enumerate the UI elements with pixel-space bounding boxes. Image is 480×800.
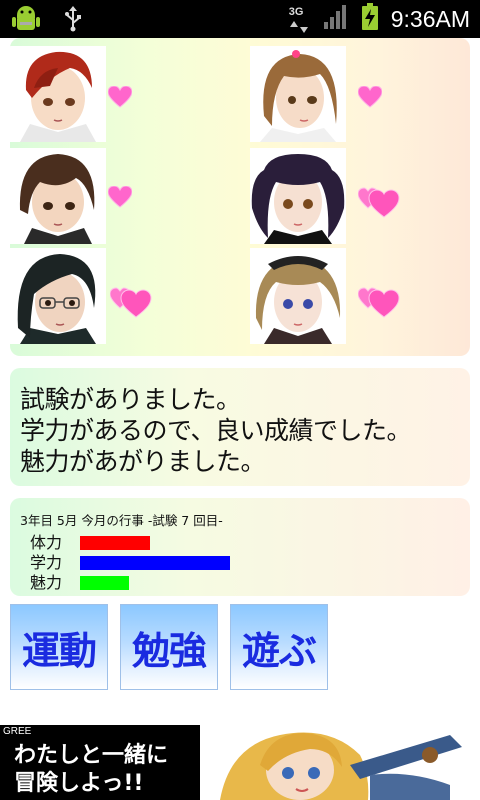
affection-hearts-icon — [357, 284, 400, 322]
calendar-header: 3年目 5月 今月の行事 -試験 7 回目- — [20, 513, 223, 528]
android-notification-icon — [10, 4, 42, 38]
message-panel: 試験がありました。 学力があるので、良い成績でした。 魅力があがりました。 — [10, 368, 470, 486]
3g-data-icon: 3G — [287, 4, 311, 34]
stat-row-charm: 魅力 — [30, 573, 129, 593]
affection-hearts-icon — [357, 184, 400, 222]
signal-icon — [323, 4, 349, 34]
portrait-brown-hair-girl[interactable] — [250, 46, 346, 142]
message-line: 試験がありました。 — [20, 385, 241, 414]
stat-label: 学力 — [30, 553, 63, 572]
network-type-label: 3G — [288, 6, 304, 18]
portrait-dark-brown-boy[interactable] — [10, 148, 106, 244]
portrait-glasses-boy[interactable] — [10, 248, 106, 344]
affection-heart-icon — [107, 185, 133, 212]
battery-charging-icon — [361, 3, 379, 35]
stat-row-academics: 学力 — [30, 553, 230, 573]
charm-bar — [80, 576, 129, 590]
exercise-button-label: 運動 — [21, 628, 97, 673]
affection-heart-icon — [107, 85, 133, 112]
message-line: 魅力があがりました。 — [20, 447, 266, 476]
play-button-label: 遊ぶ — [241, 628, 317, 673]
play-button[interactable]: 遊ぶ — [230, 604, 328, 690]
stat-label: 魅力 — [30, 573, 63, 592]
portrait-purple-twintail-girl[interactable] — [250, 148, 346, 244]
exercise-button[interactable]: 運動 — [10, 604, 108, 690]
status-bar: 3G 9:36AM — [0, 0, 480, 38]
ad-text-area[interactable]: GREE わたしと一緒に 冒険しよっ!! — [0, 725, 200, 800]
study-button-label: 勉強 — [131, 628, 207, 673]
affection-heart-icon — [357, 85, 383, 112]
status-panel: 3年目 5月 今月の行事 -試験 7 回目- 体力 学力 魅力 — [10, 498, 470, 596]
academics-bar — [80, 556, 230, 570]
stamina-bar — [80, 536, 150, 550]
stat-label: 体力 — [30, 533, 63, 552]
ad-headline: 冒険しよっ!! — [14, 771, 144, 796]
portrait-blonde-gothic-girl[interactable] — [250, 248, 346, 344]
study-button[interactable]: 勉強 — [120, 604, 218, 690]
ad-character-image[interactable] — [200, 725, 480, 800]
ad-brand: GREE — [3, 726, 32, 737]
clock: 9:36AM — [390, 5, 470, 32]
characters-panel — [10, 38, 470, 356]
message-line: 学力があるので、良い成績でした。 — [20, 416, 412, 445]
usb-icon — [64, 6, 82, 36]
portrait-red-hair-boy[interactable] — [10, 46, 106, 142]
affection-hearts-icon — [109, 284, 152, 322]
stat-row-stamina: 体力 — [30, 533, 150, 553]
ad-banner[interactable]: GREE わたしと一緒に 冒険しよっ!! — [0, 725, 480, 800]
